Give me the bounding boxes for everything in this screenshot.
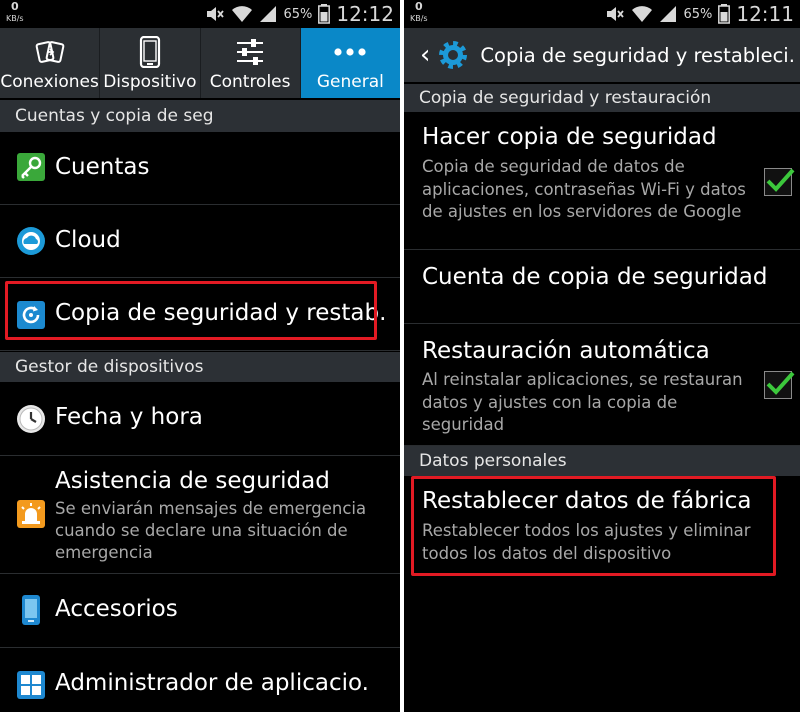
mute-icon — [207, 7, 225, 21]
gear-icon — [439, 41, 468, 69]
mute-icon — [607, 7, 625, 21]
device-icon — [139, 36, 161, 68]
clock-time: 12:11 — [736, 2, 794, 26]
status-bar: 0 KB/s 65% 12:12 — [0, 0, 400, 28]
battery-percent: 65% — [683, 6, 713, 22]
network-speed-unit: KB/s — [6, 14, 24, 23]
network-speed-value: 0 — [10, 0, 19, 13]
list-item-administrador-aplicaciones[interactable]: Administrador de aplicacio. — [0, 648, 400, 712]
list-item-cuenta-copia[interactable]: Cuenta de copia de seguridad — [404, 250, 800, 324]
network-speed: 0 KB/s — [6, 1, 24, 25]
network-speed: 0 KB/s — [410, 1, 428, 25]
network-speed-value: 0 — [414, 0, 423, 13]
tab-conexiones[interactable]: Conexiones — [0, 28, 101, 98]
signal-icon — [260, 6, 277, 22]
asistencia-title: Asistencia de seguridad — [55, 468, 330, 494]
accessories-icon — [16, 594, 46, 625]
battery-icon — [718, 4, 731, 24]
asistencia-subtitle: Se enviarán mensajes de emergencia cuand… — [55, 499, 367, 562]
list-item-restauracion-automatica[interactable]: Restauración automática Al reinstalar ap… — [404, 324, 800, 446]
restablecer-subtitle: Restablecer todos los ajustes y eliminar… — [422, 521, 751, 563]
list-item-cloud[interactable]: Cloud — [0, 205, 400, 278]
section-header-datos-personales: Datos personales — [404, 446, 800, 476]
accesorios-title: Accesorios — [55, 596, 178, 622]
emergency-siren-icon — [16, 499, 46, 529]
restablecer-title: Restablecer datos de fábrica — [422, 488, 752, 514]
app-grid-icon — [16, 670, 46, 700]
administrador-title: Administrador de aplicacio. — [55, 670, 369, 696]
tab-dispositivo[interactable]: Dispositivo — [100, 28, 201, 98]
hacer-copia-subtitle: Copia de seguridad de datos de aplicacio… — [422, 157, 746, 221]
section-header-gestor: Gestor de dispositivos — [0, 352, 400, 382]
cuenta-copia-title: Cuenta de copia de seguridad — [422, 264, 768, 290]
connections-icon — [35, 36, 65, 68]
tab-controles-label: Controles — [209, 72, 291, 92]
cloud-icon — [16, 226, 46, 256]
tab-general[interactable]: General — [300, 28, 400, 98]
tab-dispositivo-label: Dispositivo — [103, 72, 197, 92]
hacer-copia-title: Hacer copia de seguridad — [422, 124, 717, 150]
backup-restore-icon — [16, 300, 46, 330]
signal-icon — [660, 6, 677, 22]
restauracion-subtitle: Al reinstalar aplicaciones, se restauran… — [422, 370, 743, 434]
fecha-title: Fecha y hora — [55, 404, 203, 430]
cloud-title: Cloud — [55, 227, 121, 253]
more-dots-icon — [333, 36, 367, 68]
list-item-hacer-copia[interactable]: Hacer copia de seguridad Copia de seguri… — [404, 112, 800, 250]
list-item-copia-seguridad[interactable]: Copia de seguridad y restab. — [0, 278, 400, 351]
tab-controles[interactable]: Controles — [201, 28, 301, 98]
settings-tabs: Conexiones Dispositivo Controles General — [0, 28, 400, 98]
controls-icon — [235, 36, 265, 68]
clock-icon — [16, 404, 46, 434]
key-icon — [16, 152, 46, 182]
battery-percent: 65% — [283, 6, 313, 22]
back-chevron-icon[interactable]: ‹ — [420, 40, 430, 70]
list-item-fecha-hora[interactable]: Fecha y hora — [0, 382, 400, 456]
network-speed-unit: KB/s — [410, 14, 428, 23]
action-bar: ‹ Copia de seguridad y restableci. — [404, 28, 800, 82]
status-bar: 0 KB/s 65% 12:11 — [404, 0, 800, 28]
page-title: Copia de seguridad y restableci. — [480, 43, 795, 67]
list-item-restablecer-datos[interactable]: Restablecer datos de fábrica Restablecer… — [404, 476, 800, 580]
list-item-cuentas[interactable]: Cuentas — [0, 132, 400, 205]
settings-general-screen: 0 KB/s 65% 12:12 Conexiones Dispositivo — [0, 0, 400, 712]
tab-conexiones-label: Conexiones — [0, 72, 99, 92]
clock-time: 12:12 — [336, 2, 394, 26]
copia-title: Copia de seguridad y restab. — [55, 300, 387, 326]
list-item-accesorios[interactable]: Accesorios — [0, 574, 400, 648]
cuentas-title: Cuentas — [55, 154, 150, 180]
list-item-asistencia-seguridad[interactable]: Asistencia de seguridad Se enviarán mens… — [0, 456, 400, 574]
wifi-icon — [232, 6, 253, 22]
tab-general-label: General — [316, 72, 384, 92]
restauracion-title: Restauración automática — [422, 338, 710, 364]
section-header-cuentas: Cuentas y copia de seg — [0, 100, 400, 132]
section-header-copia-restauracion: Copia de seguridad y restauración — [404, 84, 800, 112]
hacer-copia-checkbox[interactable] — [764, 168, 795, 196]
checkmark-icon — [766, 168, 795, 192]
wifi-icon — [632, 6, 653, 22]
restauracion-checkbox[interactable] — [764, 371, 795, 399]
backup-restore-screen: 0 KB/s 65% 12:11 ‹ Copia de seguridad y … — [404, 0, 800, 712]
battery-icon — [318, 4, 331, 24]
checkmark-icon — [766, 371, 795, 395]
